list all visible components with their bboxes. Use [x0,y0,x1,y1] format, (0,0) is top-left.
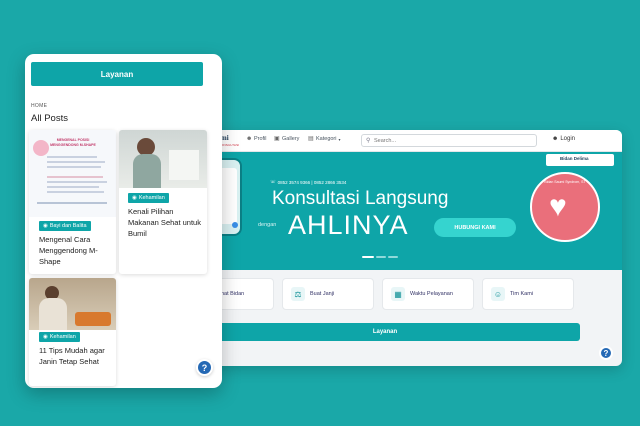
hubungi-kami-button[interactable]: HUBUNGI KAMI [434,218,516,237]
infographic-text [47,186,99,188]
tag-label: Kehamilan [138,195,165,201]
search-input[interactable] [374,136,524,146]
woman-body [39,298,67,330]
post-title[interactable]: Mengenal Cara Menggendong M-Shape [39,234,115,267]
infographic-text [47,161,105,163]
page-title: All Posts [31,113,68,124]
nav-item-label: Kategori [316,136,337,142]
category-tag[interactable]: ◉ Bayi dan Balita [39,221,91,231]
whatsapp-icon: ☏ [270,179,276,184]
nav-item-profil[interactable]: ☻ Profil [246,136,267,142]
search-icon: ⚲ [366,138,371,144]
infographic-footer [37,202,107,204]
hero-dengan: dengan [258,222,277,228]
search-box: ⚲ [361,134,537,147]
login-button[interactable]: ☻ Login [552,136,575,142]
hero-title-line1: Konsultasi Langsung [272,188,449,209]
infographic-text [47,191,104,193]
nav-item-label: Gallery [282,136,300,142]
infographic-text [47,166,101,168]
carousel-dot[interactable] [376,256,386,258]
help-button[interactable]: ? [599,346,613,360]
help-button[interactable]: ? [196,359,213,376]
post-card[interactable]: ◉ Kehamilan 11 Tips Mudah agar Janin Tet… [29,278,116,386]
post-image [119,130,207,188]
tag-label: Bayi dan Balita [49,223,87,229]
desktop-browser-window: m Saumi ANSI DAN KONSULTASI ☻ Profil ▣ G… [190,130,622,366]
team-icon: ☺ [491,287,505,301]
vegetables [75,312,111,326]
image-icon: ▣ [274,136,280,142]
service-buat-janji[interactable]: ⚖ Buat Janji [282,278,374,310]
service-label: Waktu Pelayanan [410,291,453,297]
chevron-down-icon: ▾ [338,136,341,142]
mobile-header: Layanan [31,62,203,86]
tag-icon: ◉ [132,195,137,201]
calendar-icon: ▦ [391,287,405,301]
video-icon [232,222,238,228]
hero-banner: ☏ 0852 3574 9366 | 0852 2866 3534 Konsul… [190,152,622,270]
brand-logo: Bidan Delima [560,156,589,161]
infographic-text [47,156,97,158]
post-card[interactable]: ◉ Kehamilan Kenali Pilihan Makanan Sehat… [119,130,207,274]
login-label: Login [560,136,576,142]
badge-text: Bidan Saumi Syndrom, ST [544,180,586,184]
layanan-section-header: Layanan [190,323,580,341]
nav-item-gallery[interactable]: ▣ Gallery [274,136,299,142]
infographic-text [47,176,103,178]
hero-contact-numbers: 0852 3574 9366 | 0852 2866 3534 [277,179,347,185]
kitchen-background [169,150,199,180]
infographic-title: MENGENAL POSISI MENGGENDONG M-SHAPE [50,138,96,147]
post-card[interactable]: MENGENAL POSISI MENGGENDONG M-SHAPE ◉ Ba… [29,130,116,274]
category-tag[interactable]: ◉ Kehamilan [39,332,80,342]
service-label: Tim Kami [510,291,534,297]
carousel-dot[interactable] [362,256,374,258]
woman-body [133,154,161,188]
user-icon: ☻ [246,136,253,142]
service-label: Buat Janji [310,291,335,297]
hero-title-line2: AHLINYA [288,210,409,240]
service-tim-kami[interactable]: ☺ Tim Kami [482,278,574,310]
category-tag[interactable]: ◉ Kehamilan [128,193,169,203]
post-image [29,278,116,330]
calendar-doctor-icon: ⚖ [291,287,305,301]
services-row: Chat Bidan ⚖ Buat Janji ▦ Waktu Pelayana… [190,278,622,310]
post-title[interactable]: 11 Tips Mudah agar Janin Tetap Sehat [39,345,113,367]
desktop-navbar: m Saumi ANSI DAN KONSULTASI ☻ Profil ▣ G… [190,130,622,152]
carousel-indicators [362,256,398,258]
carousel-dot[interactable] [388,256,398,258]
mobile-window: Layanan HOME All Posts MENGENAL POSISI M… [25,54,222,388]
user-icon: ☻ [552,136,559,142]
tag-label: Kehamilan [49,334,76,340]
post-image: MENGENAL POSISI MENGGENDONG M-SHAPE [29,130,116,217]
nav-item-kategori[interactable]: ▤ Kategori ▾ [308,136,341,142]
bidan-badge: Bidan Saumi Syndrom, ST ♥ [530,172,600,242]
nav-item-label: Profil [254,136,267,142]
tag-icon: ◉ [43,334,48,340]
tag-icon: ◉ [43,223,48,229]
breadcrumb[interactable]: HOME [31,103,47,109]
folder-icon: ▤ [308,136,314,142]
heart-mother-icon: ♥ [549,190,567,223]
service-waktu-pelayanan[interactable]: ▦ Waktu Pelayanan [382,278,474,310]
hero-contact: ☏ 0852 3574 9366 | 0852 2866 3534 [270,179,346,185]
infographic-text [47,181,107,183]
post-title[interactable]: Kenali Pilihan Makanan Sehat untuk Bumil [128,206,204,239]
